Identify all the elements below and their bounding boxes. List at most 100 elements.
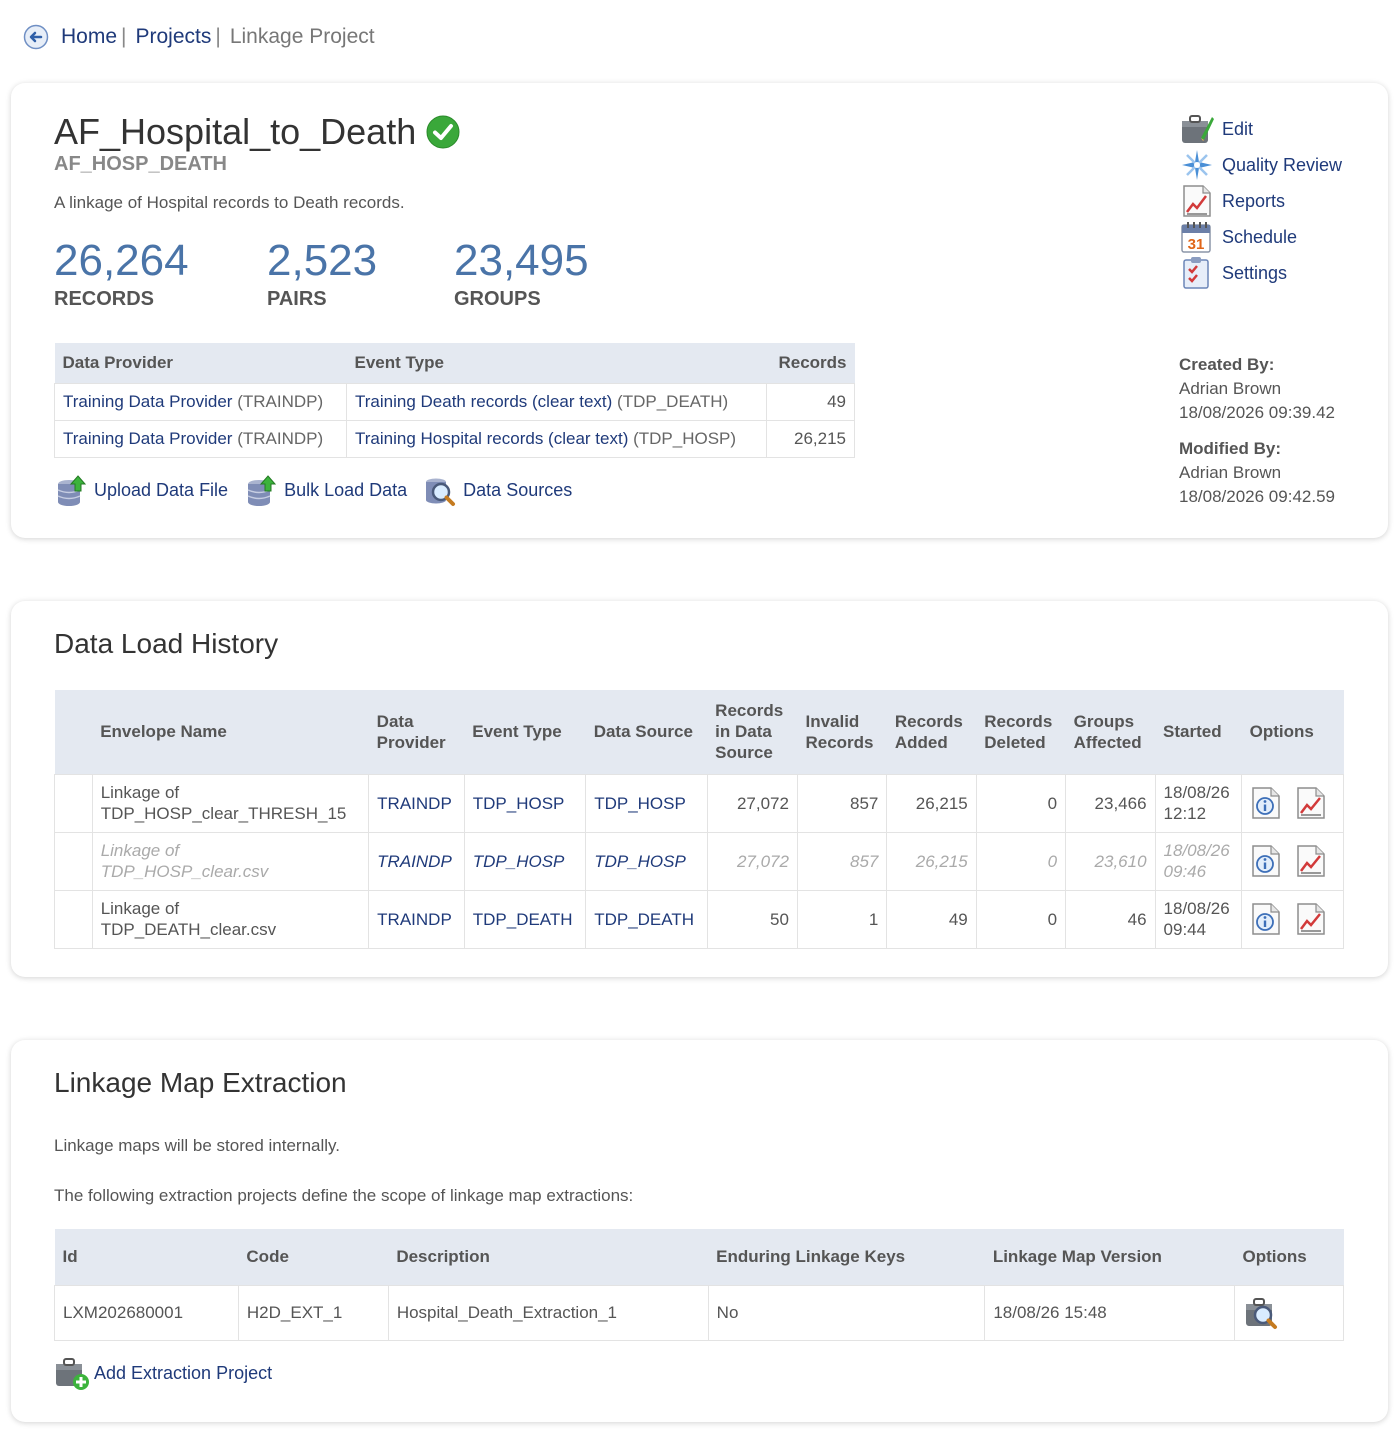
data-sources-button[interactable]: Data Sources [423, 473, 572, 507]
select-cell[interactable] [54, 831, 93, 891]
table-header-row: Envelope Name Data Provider Event Type Da… [54, 690, 1344, 774]
modified-by: Adrian Brown [1179, 463, 1282, 482]
groups-affected-cell: 46 [1065, 889, 1156, 949]
info-document-icon[interactable] [1250, 786, 1282, 820]
data-source-link[interactable]: TDP_HOSP [585, 831, 708, 891]
menu-item-label[interactable]: Quality Review [1222, 155, 1342, 176]
menu-item-quality-review[interactable]: Quality Review [1179, 147, 1342, 183]
project-code: AF_HOSP_DEATH [54, 153, 227, 175]
menu-item-edit[interactable]: Edit [1179, 111, 1342, 147]
menu-item-reports[interactable]: Reports [1179, 183, 1342, 219]
back-arrow-icon[interactable] [23, 24, 49, 50]
options-cell [1241, 773, 1344, 833]
column-header: Options [1234, 1229, 1344, 1285]
provider-link[interactable]: TRAINDP [368, 773, 465, 833]
info-document-icon[interactable] [1250, 902, 1282, 936]
header-line: Provider [376, 732, 446, 752]
database-upload-icon [247, 475, 277, 506]
modified-block: Modified By: Adrian Brown 18/08/2026 09:… [1179, 437, 1335, 509]
envelope-line: Linkage of [100, 899, 180, 918]
started-cell: 18/08/26 12:12 [1154, 773, 1243, 833]
storage-note: Linkage maps will be stored internally. [54, 1136, 340, 1155]
stat-value: 23,495 [454, 236, 589, 285]
records-in-source-cell: 27,072 [706, 831, 798, 891]
select-cell[interactable] [54, 773, 93, 833]
header-line: Data [376, 711, 414, 731]
envelope-name-cell: Linkage of TDP_DEATH_clear.csv [91, 889, 370, 949]
toolbox-add-icon [56, 1358, 89, 1390]
modified-label: Modified By: [1179, 439, 1281, 458]
column-header: Enduring Linkage Keys [708, 1229, 985, 1285]
menu-item-label[interactable]: Reports [1222, 191, 1285, 212]
provider-code: (TRAINDP) [237, 391, 324, 411]
event-type-link[interactable]: Training Hospital records (clear text) [355, 429, 628, 448]
enduring-keys-cell: No [707, 1284, 986, 1341]
provider-link[interactable]: TRAINDP [368, 831, 465, 891]
records-cell: 49 [766, 382, 855, 421]
started-time: 12:12 [1163, 804, 1207, 823]
created-label: Created By: [1179, 355, 1275, 374]
event-type-link[interactable]: TDP_HOSP [463, 773, 587, 833]
started-date: 18/08/26 [1163, 899, 1230, 918]
checklist-icon [1183, 257, 1209, 289]
section-title: Linkage Map Extraction [54, 1067, 347, 1098]
header-line: in Data [715, 722, 772, 742]
column-header: Data Source [585, 690, 708, 774]
menu-item-label[interactable]: Settings [1222, 263, 1287, 284]
bulk-load-data-button[interactable]: Bulk Load Data [244, 473, 407, 507]
upload-data-file-label[interactable]: Upload Data File [94, 480, 228, 501]
options-cell [1234, 1284, 1344, 1341]
column-header: Invalid Records [797, 690, 887, 774]
provider-code: (TRAINDP) [237, 428, 324, 448]
menu-item-schedule[interactable]: 31 Schedule [1179, 219, 1342, 255]
chart-document-icon[interactable] [1295, 902, 1327, 936]
header-line: Affected [1073, 732, 1142, 752]
event-type-link[interactable]: Training Death records (clear text) [355, 392, 612, 411]
linkage-map-extraction-panel: Linkage Map Extraction Linkage maps will… [11, 1040, 1388, 1422]
started-date: 18/08/26 [1163, 783, 1230, 802]
menu-item-settings[interactable]: Settings [1179, 255, 1342, 291]
description-cell: Hospital_Death_Extraction_1 [387, 1284, 709, 1341]
event-type-link[interactable]: TDP_HOSP [463, 831, 587, 891]
stat-value: 26,264 [54, 236, 189, 285]
data-source-link[interactable]: TDP_DEATH [585, 889, 708, 949]
info-document-icon[interactable] [1250, 844, 1282, 878]
breadcrumb-home-link[interactable]: Home [61, 25, 117, 49]
column-header: Description [388, 1229, 709, 1285]
data-sources-label[interactable]: Data Sources [463, 480, 572, 501]
project-title: AF_Hospital_to_Death [54, 111, 417, 152]
menu-item-label[interactable]: Edit [1222, 119, 1253, 140]
column-header: Records Deleted [976, 690, 1066, 774]
chart-document-icon[interactable] [1295, 786, 1327, 820]
provider-link[interactable]: TRAINDP [368, 889, 465, 949]
extraction-projects-table: Id Code Description Enduring Linkage Key… [54, 1229, 1344, 1341]
envelope-line: TDP_DEATH_clear.csv [100, 920, 277, 939]
database-upload-icon [57, 475, 87, 506]
envelope-name-cell: Linkage of TDP_HOSP_clear.csv [91, 831, 370, 891]
provider-link[interactable]: Training Data Provider [63, 429, 232, 448]
select-cell[interactable] [54, 889, 93, 949]
add-extraction-project-button[interactable]: Add Extraction Project [54, 1355, 272, 1391]
groups-affected-cell: 23,610 [1065, 831, 1156, 891]
event-cell: Training Death records (clear text) (TDP… [346, 382, 767, 421]
envelope-name-cell: Linkage of TDP_HOSP_clear_THRESH_15 [91, 773, 370, 833]
add-extraction-project-label[interactable]: Add Extraction Project [94, 1363, 272, 1384]
column-header: Records in Data Source [707, 690, 798, 774]
bulk-load-data-label[interactable]: Bulk Load Data [284, 480, 407, 501]
breadcrumb-projects-link[interactable]: Projects [136, 25, 212, 49]
menu-item-label[interactable]: Schedule [1222, 227, 1297, 248]
chart-document-icon[interactable] [1295, 844, 1327, 878]
data-source-link[interactable]: TDP_HOSP [585, 773, 708, 833]
data-load-history-panel: Data Load History Envelope Name Data Prov… [11, 601, 1388, 977]
magnifier-icon[interactable] [1243, 1295, 1279, 1331]
records-added-cell: 26,215 [886, 831, 977, 891]
provider-link[interactable]: Training Data Provider [63, 392, 232, 411]
column-header: Started [1155, 690, 1242, 774]
upload-data-file-button[interactable]: Upload Data File [54, 473, 228, 507]
records-cell: 26,215 [766, 419, 855, 458]
data-provider-table: Data Provider Event Type Records Trainin… [54, 343, 855, 458]
header-line: Groups [1073, 711, 1135, 731]
event-type-link[interactable]: TDP_DEATH [463, 889, 587, 949]
project-description: A linkage of Hospital records to Death r… [54, 193, 405, 212]
table-header-row: Data Provider Event Type Records [54, 343, 855, 383]
